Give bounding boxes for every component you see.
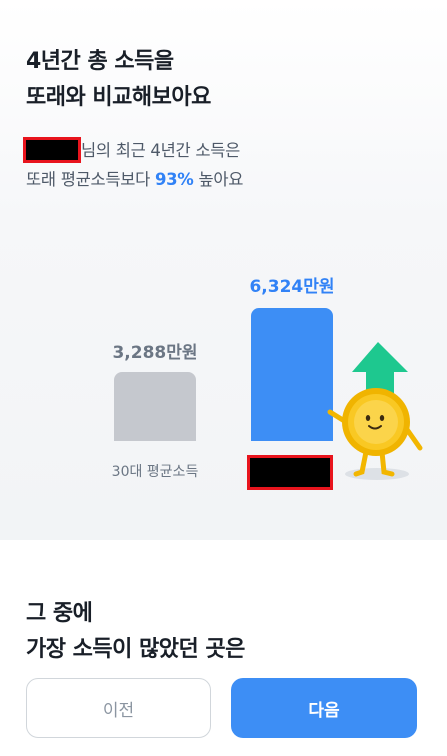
summary-line2-suffix: 높아요 [193,170,244,189]
redacted-my-label [247,455,333,490]
prev-button[interactable]: 이전 [26,678,211,738]
section-title-line1: 그 중에 [26,601,93,626]
summary-line1-text: 님의 최근 4년간 소득은 [81,141,240,160]
percent-highlight: 93% [154,170,194,189]
my-income-value: 6,324만원 [249,277,335,297]
summary-line2-prefix: 또래 평균소득보다 [26,170,155,189]
average-income-value: 3,288만원 [112,343,198,363]
income-summary: 님의 최근 4년간 소득은 또래 평균소득보다 93% 높아요 [23,136,243,194]
page-title-line1: 4년간 총 소득을 [26,49,174,74]
section-title: 그 중에 가장 소득이 많았던 곳은 [26,596,245,668]
redacted-user-name [23,137,81,163]
my-income-bar [251,308,333,441]
section-title-line2: 가장 소득이 많았던 곳은 [26,637,245,662]
summary-line1: 님의 최근 4년간 소득은 [23,136,243,165]
average-income-bar [114,372,196,441]
next-button[interactable]: 다음 [231,678,417,738]
coin-mascot-icon [327,342,423,480]
page-title-line2: 또래와 비교해보아요 [26,85,211,110]
average-income-label: 30대 평균소득 [111,464,199,480]
summary-line2: 또래 평균소득보다 93% 높아요 [26,165,243,194]
page-title: 4년간 총 소득을 또래와 비교해보아요 [26,44,211,116]
